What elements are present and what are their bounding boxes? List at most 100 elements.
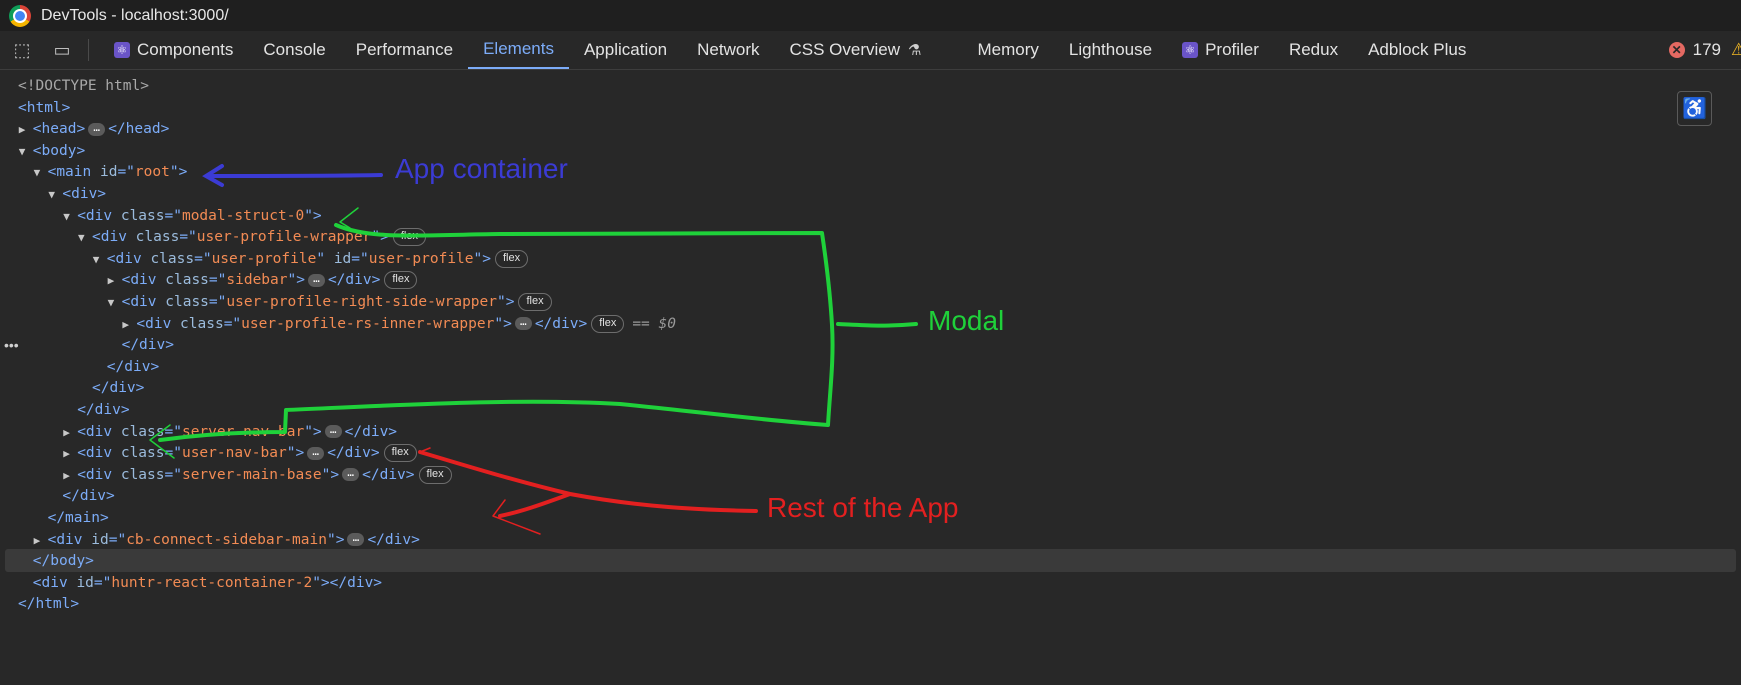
dom-node-row[interactable]: ▶ <div class="server-main-base">… </div> fl… (63, 463, 452, 487)
tab-performance[interactable]: Performance (341, 31, 468, 69)
ellipsis-toggle[interactable]: … (307, 446, 325, 460)
attribute-name: class (120, 445, 165, 462)
tab-memory[interactable]: Memory (962, 31, 1053, 69)
attribute-name: class (165, 272, 209, 289)
dom-node-row[interactable]: </div> (62, 484, 114, 508)
attribute-value: user-profile-wrapper (196, 229, 372, 246)
ellipsis-toggle[interactable]: … (514, 316, 532, 331)
ellipsis-toggle[interactable]: … (342, 467, 360, 482)
attribute-value: modal-struct-0 (181, 207, 305, 224)
tag-name: =" (164, 445, 182, 462)
dom-node-row[interactable]: <html> (18, 96, 70, 120)
flex-badge[interactable]: flex (518, 293, 552, 311)
collapse-triangle-icon[interactable]: ▼ (93, 248, 107, 272)
dom-node-row[interactable]: </body> (33, 549, 94, 573)
tab-adblock-plus[interactable]: Adblock Plus (1353, 31, 1481, 69)
collapse-triangle-icon[interactable]: ▼ (78, 226, 92, 250)
tab-application[interactable]: Application (569, 31, 682, 69)
dom-node-row[interactable]: ▼ <main id="root"> (34, 160, 188, 184)
tag-name: </div> (121, 337, 174, 354)
tab-label: CSS Overview (789, 40, 901, 59)
tab-elements[interactable]: Elements (468, 31, 569, 69)
title-bar: DevTools - localhost:3000/ (0, 0, 1741, 31)
ellipsis-toggle[interactable]: … (324, 424, 342, 439)
ellipsis-toggle[interactable]: … (307, 273, 325, 287)
dom-node-row[interactable]: ▼ <div class="user-profile-wrapper"> flex (78, 225, 426, 249)
ellipsis-toggle[interactable]: … (88, 122, 106, 136)
tag-name: <div (77, 445, 121, 462)
attribute-value: cb-connect-sidebar-main (126, 531, 327, 548)
more-options-icon[interactable]: ••• (4, 337, 19, 353)
tag-name: =" (179, 229, 197, 246)
dom-node-row[interactable]: ▼ <div class="user-profile-right-side-wra… (108, 290, 552, 314)
dom-node-row[interactable]: <!DOCTYPE html> (18, 74, 149, 98)
tab-css-overview[interactable]: CSS Overview ⚗ (775, 31, 937, 69)
dom-node-row[interactable]: ▶ <div class="server-nav-bar">… </div> (63, 420, 397, 444)
tab-network[interactable]: Network (682, 31, 774, 69)
flex-badge[interactable]: flex (383, 444, 417, 463)
collapse-triangle-icon[interactable]: ▼ (34, 161, 48, 185)
attribute-value: user-profile-rs-inner-wrapper (241, 315, 495, 332)
flex-badge[interactable]: flex (392, 228, 426, 247)
tab-components[interactable]: ⚛ Components (99, 31, 248, 69)
attribute-name: class (120, 466, 165, 483)
dom-node-row[interactable]: ▼ <div class="modal-struct-0"> (63, 204, 321, 228)
collapse-triangle-icon[interactable]: ▼ (108, 291, 122, 315)
attribute-value: root (134, 164, 170, 181)
flex-badge[interactable]: flex (384, 271, 418, 290)
device-toolbar-icon[interactable]: ▭ (52, 40, 72, 60)
tag-name: </body> (32, 553, 94, 570)
dom-node-row[interactable]: ▼ <body> (19, 139, 85, 163)
attribute-value: user-profile-right-side-wrapper (226, 294, 497, 310)
ellipsis-toggle[interactable]: … (347, 532, 365, 547)
dom-node-row[interactable]: </div> (92, 376, 144, 400)
accessibility-tree-button[interactable]: ♿ (1677, 91, 1712, 126)
tab-console[interactable]: Console (248, 31, 340, 69)
tag-name: " (316, 250, 334, 267)
dom-node-row[interactable]: ▶ <div class="user-profile-rs-inner-wrapp… (122, 312, 676, 336)
issues-counter[interactable]: ✕ 179 ⚠ (1668, 31, 1741, 69)
tag-name: =" (108, 531, 127, 548)
collapse-triangle-icon[interactable]: ▼ (63, 205, 77, 229)
flex-badge[interactable]: flex (591, 314, 625, 333)
tag-name: <div (106, 250, 151, 267)
dom-node-row[interactable]: </div> (107, 355, 159, 379)
dom-node-row[interactable]: ▶ <div id="cb-connect-sidebar-main">… </di… (34, 528, 420, 552)
tag-name: <main (47, 164, 100, 181)
dom-node-row[interactable]: </html> (18, 592, 79, 616)
attribute-name: class (120, 207, 165, 224)
tab-redux[interactable]: Redux (1274, 31, 1353, 69)
tag-name: <div (32, 574, 77, 591)
react-icon: ⚛ (1182, 42, 1199, 58)
inspect-element-icon[interactable]: ⬚ (12, 40, 32, 60)
modal-label: Modal (928, 305, 1005, 336)
dom-node-row[interactable]: </div> (122, 333, 174, 357)
collapse-triangle-icon[interactable]: ▼ (48, 183, 62, 207)
dom-node-row[interactable]: <div id="huntr-react-container-2"></div> (33, 571, 382, 595)
attribute-name: id (99, 164, 118, 181)
flex-badge[interactable]: flex (418, 465, 452, 484)
rest-of-app-label: Rest of the App (767, 492, 959, 523)
dom-node-row[interactable]: ▶ <div class="user-nav-bar">… </div> flex (63, 441, 417, 465)
tag-name: =" (351, 250, 369, 267)
tab-profiler[interactable]: ⚛ Profiler (1167, 31, 1274, 69)
tag-name: </div> (362, 466, 415, 483)
dom-node-row[interactable]: </div> (77, 398, 129, 422)
dom-node-row[interactable]: ▼ <div> (48, 182, 106, 206)
tag-name: "> (169, 164, 188, 181)
tag-name: <head> (32, 121, 86, 138)
tab-label: Profiler (1205, 40, 1259, 59)
dom-node-row[interactable]: ▶ <div class="sidebar">… </div> flex (108, 268, 418, 292)
tag-name: "> (287, 272, 305, 289)
accessibility-icon: ♿ (1682, 98, 1707, 120)
dom-node-row[interactable]: ▼ <div class="user-profile" id="user-prof… (93, 247, 529, 272)
dom-node-row[interactable]: </main> (48, 506, 109, 530)
flex-badge[interactable]: flex (494, 249, 529, 268)
tag-name: "> (304, 423, 322, 440)
dom-node-row[interactable]: ▶ <head>… </head> (19, 117, 170, 141)
collapse-triangle-icon[interactable]: ▼ (19, 140, 33, 164)
tab-lighthouse[interactable]: Lighthouse (1054, 31, 1167, 69)
tab-label: Application (583, 40, 668, 59)
tag-name: "> (494, 315, 512, 332)
tag-name: "> (371, 229, 389, 246)
